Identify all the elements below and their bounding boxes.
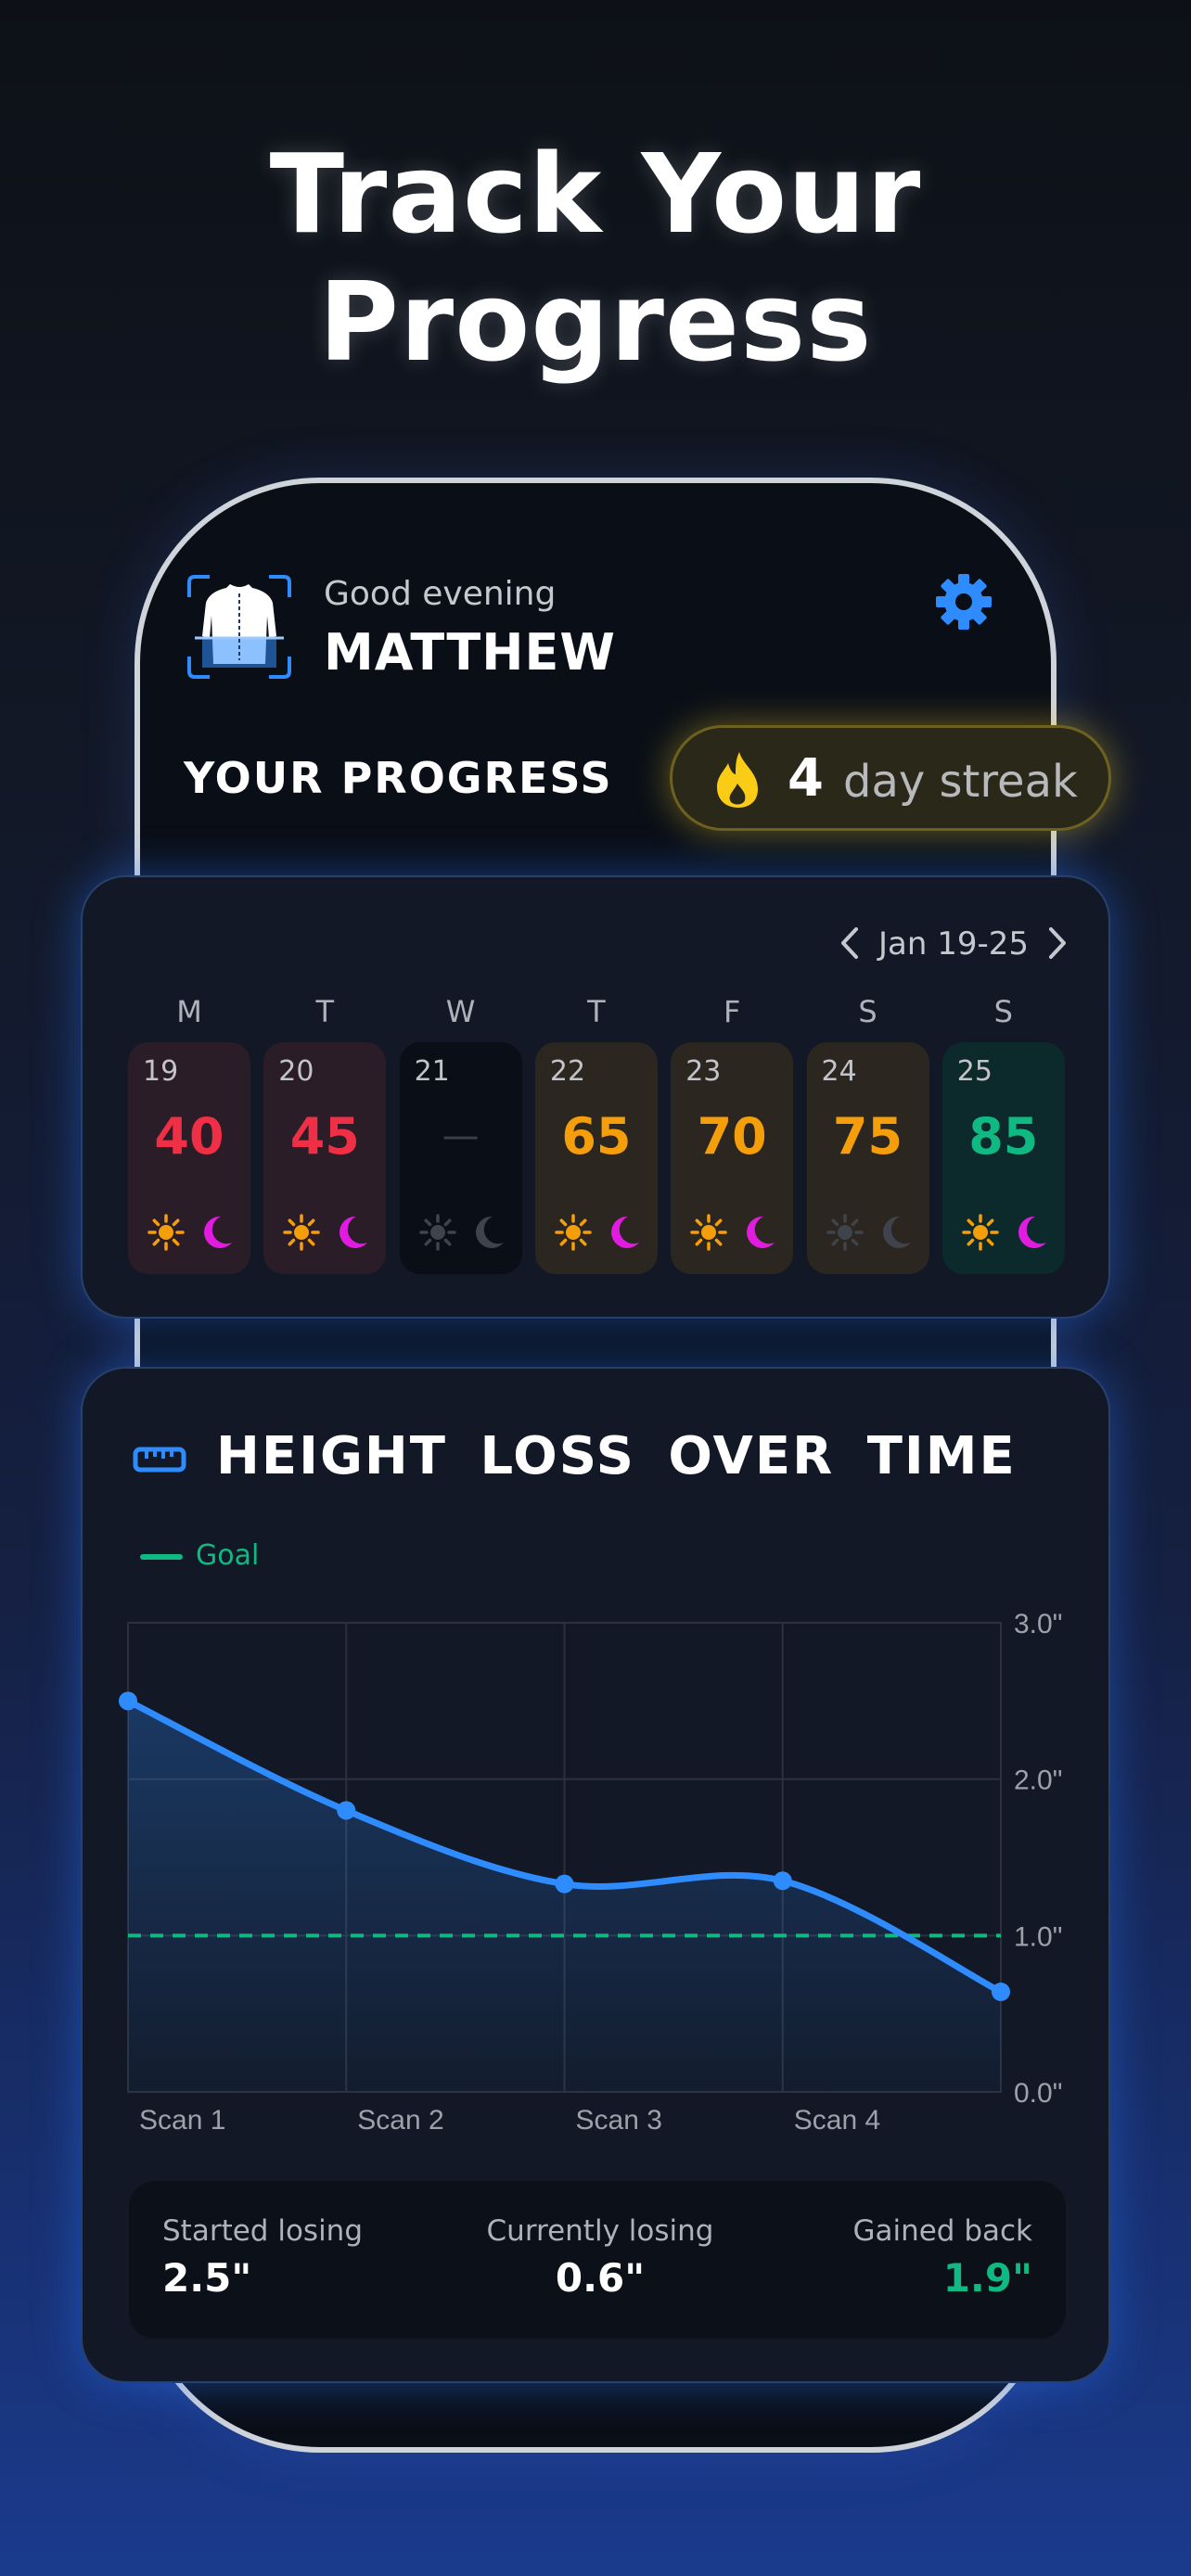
day-date: 24 (821, 1055, 857, 1088)
chevron-right-icon[interactable] (1038, 922, 1075, 964)
flame-icon (717, 752, 758, 808)
y-tick-label: 2.0" (1014, 1766, 1062, 1796)
day-score: 45 (289, 1107, 360, 1166)
week-card: Jan 19-25 M 19 40 T 20 45 W 21— T 22 65 F 23 70 S 24 75 S… (81, 875, 1110, 1319)
sun-icon (147, 1214, 185, 1251)
x-tick-label: Scan 1 (139, 2105, 225, 2136)
x-tick-label: Scan 4 (794, 2105, 880, 2136)
height-loss-card: HEIGHT LOSS OVER TIME Goal 0.0" 1.0" 2.0" 3… (81, 1367, 1110, 2383)
week-range: Jan 19-25 (878, 925, 1030, 963)
back-scan-logo (187, 575, 291, 679)
y-tick-label: 3.0" (1014, 1609, 1062, 1639)
day-score: — (442, 1115, 480, 1157)
streak-label: day streak (843, 756, 1078, 808)
stats-panel: Started losing 2.5" Currently losing 0.6… (129, 2181, 1066, 2339)
day-score: 70 (697, 1107, 767, 1166)
greeting: Good evening (324, 575, 557, 613)
day-cell[interactable]: 24 75 (806, 1042, 929, 1274)
sun-icon (690, 1214, 727, 1251)
sun-icon (555, 1214, 592, 1251)
moon-icon (1018, 1216, 1046, 1248)
moon-icon (610, 1216, 639, 1248)
y-tick-label: 1.0" (1014, 1921, 1062, 1952)
sun-icon (962, 1214, 999, 1251)
day-letter: T (315, 994, 335, 1029)
day-letter: W (445, 994, 476, 1029)
y-tick-label: 0.0" (1014, 2078, 1062, 2109)
day-cell[interactable]: 20 45 (263, 1042, 387, 1274)
day-date: 25 (956, 1055, 992, 1088)
moon-icon (475, 1216, 504, 1248)
day-letter: F (723, 994, 741, 1029)
moon-icon (882, 1216, 911, 1248)
day-date: 19 (143, 1055, 179, 1088)
currently-losing-label: Currently losing (486, 2214, 714, 2248)
day-cell[interactable]: 23 70 (671, 1042, 794, 1274)
day-date: 23 (685, 1055, 722, 1088)
headline-line-2: Progress (318, 258, 873, 386)
data-point (119, 1691, 137, 1711)
data-point (337, 1801, 356, 1820)
day-letter: S (993, 994, 1013, 1029)
progress-title: YOUR PROGRESS (184, 753, 613, 803)
day-score: 85 (968, 1107, 1039, 1166)
started-losing-value: 2.5" (162, 2255, 252, 2301)
moon-icon (747, 1216, 775, 1248)
day-cell[interactable]: 19 40 (128, 1042, 250, 1274)
currently-losing-value: 0.6" (555, 2255, 646, 2301)
chevron-left-icon[interactable] (832, 922, 869, 964)
height-loss-chart: 0.0" 1.0" 2.0" 3.0" Scan 1 Scan 2 Scan 3 Scan 4 (119, 1609, 1062, 2136)
user-name: MATTHEW (324, 623, 616, 682)
headline-line-1: Track Your (269, 130, 922, 258)
day-letter: T (587, 994, 606, 1029)
day-score: 75 (832, 1107, 903, 1166)
day-letter: M (176, 994, 202, 1029)
x-tick-label: Scan 2 (357, 2105, 443, 2136)
day-date: 21 (414, 1055, 450, 1088)
streak-count: 4 (788, 748, 824, 809)
day-date: 22 (549, 1055, 586, 1088)
headline: Track Your Progress (0, 130, 1191, 386)
data-point (992, 1983, 1010, 2002)
day-cell[interactable]: 25 85 (941, 1042, 1065, 1274)
sun-icon (418, 1214, 456, 1251)
moon-icon (339, 1216, 368, 1248)
moon-icon (204, 1216, 232, 1248)
started-losing-label: Started losing (162, 2214, 364, 2248)
data-point (773, 1871, 792, 1891)
gained-back-value: 1.9" (942, 2255, 1032, 2301)
day-letter: S (858, 994, 877, 1029)
data-point (555, 1874, 574, 1894)
sun-icon (283, 1214, 321, 1251)
streak-badge: 4 day streak (670, 725, 1111, 831)
day-score: 40 (154, 1107, 224, 1166)
gear-icon[interactable] (931, 569, 996, 634)
sun-icon (826, 1214, 864, 1251)
day-cell[interactable]: 21 — (399, 1042, 522, 1274)
day-cell[interactable]: 22 65 (534, 1042, 658, 1274)
x-tick-label: Scan 3 (576, 2105, 662, 2136)
day-score: 65 (561, 1107, 632, 1166)
gained-back-label: Gained back (852, 2214, 1032, 2248)
day-date: 20 (278, 1055, 314, 1088)
